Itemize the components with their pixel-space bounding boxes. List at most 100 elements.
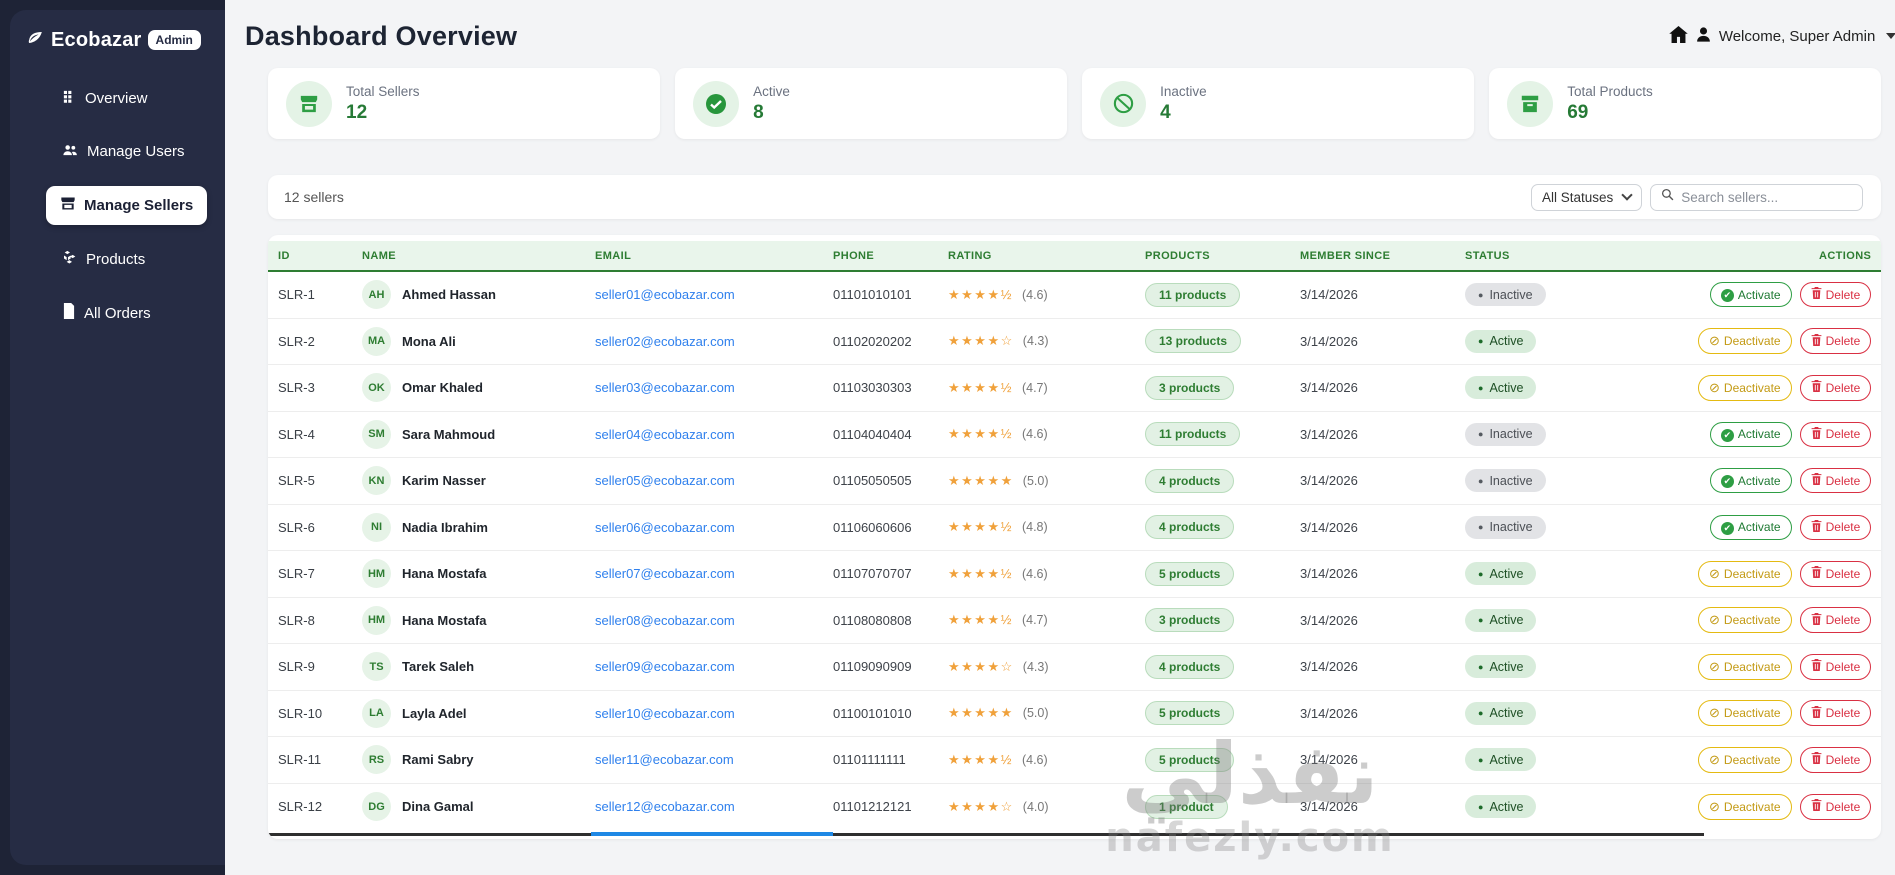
star-rating-icon: ★★★★½: [948, 426, 1013, 442]
delete-button[interactable]: Delete: [1799, 282, 1872, 308]
seller-email-link[interactable]: seller08@ecobazar.com: [595, 613, 735, 628]
seller-id: SLR-9: [278, 659, 315, 675]
sidebar-item-manage-sellers[interactable]: Manage Sellers: [46, 186, 208, 225]
delete-button[interactable]: Delete: [1799, 700, 1872, 727]
row-actions: Deactivate Delete: [1698, 328, 1872, 355]
products-badge: 5 products: [1145, 701, 1235, 726]
status-filter-dropdown[interactable]: All Statuses: [1531, 183, 1643, 211]
seller-name-cell: LA Layla Adel: [362, 698, 595, 728]
toggle-status-icon: [1709, 333, 1720, 349]
search-input[interactable]: [1681, 189, 1853, 205]
seller-status-cell: Active: [1465, 701, 1698, 725]
status-badge: Active: [1465, 329, 1537, 353]
delete-button[interactable]: Delete: [1799, 793, 1872, 820]
toggle-status-button[interactable]: Deactivate: [1698, 653, 1792, 680]
star-rating-icon: ★★★★½: [948, 612, 1013, 628]
delete-label: Delete: [1825, 659, 1861, 674]
delete-label: Delete: [1825, 380, 1861, 395]
seller-email-link[interactable]: seller09@ecobazar.com: [595, 659, 735, 674]
seller-email-link[interactable]: seller12@ecobazar.com: [595, 799, 735, 814]
seller-id: SLR-6: [278, 519, 315, 535]
toggle-status-icon: [1709, 752, 1720, 768]
col-rating: RATING: [948, 249, 992, 262]
col-email: EMAIL: [595, 249, 632, 262]
seller-email-link[interactable]: seller06@ecobazar.com: [595, 520, 735, 535]
toggle-status-button[interactable]: Deactivate: [1698, 607, 1792, 634]
products-badge: 5 products: [1145, 747, 1235, 772]
person-icon[interactable]: [1695, 26, 1712, 47]
delete-button[interactable]: Delete: [1799, 653, 1872, 680]
horizontal-scrollbar[interactable]: [268, 830, 1881, 839]
table-row: SLR-3 OK Omar Khaled seller03@ecobazar.c…: [268, 365, 1882, 412]
delete-button[interactable]: Delete: [1799, 374, 1872, 401]
row-actions: Activate Delete: [1709, 514, 1872, 540]
delete-button[interactable]: Delete: [1799, 328, 1872, 355]
delete-button[interactable]: Delete: [1799, 746, 1872, 773]
seller-email-link[interactable]: seller11@ecobazar.com: [595, 752, 734, 767]
toggle-status-button[interactable]: Deactivate: [1698, 374, 1792, 401]
sidebar-item-manage-users[interactable]: Manage Users: [52, 133, 195, 170]
delete-button[interactable]: Delete: [1799, 421, 1872, 447]
delete-label: Delete: [1825, 287, 1861, 302]
products-badge: 4 products: [1145, 515, 1235, 540]
toggle-status-button[interactable]: Deactivate: [1698, 746, 1792, 773]
seller-email-link[interactable]: seller07@ecobazar.com: [595, 566, 735, 581]
toggle-status-icon: [1709, 705, 1720, 721]
seller-email-link[interactable]: seller04@ecobazar.com: [595, 427, 735, 442]
toggle-status-label: Deactivate: [1723, 334, 1781, 349]
table-row: SLR-7 HM Hana Mostafa seller07@ecobazar.…: [268, 551, 1882, 598]
search-box[interactable]: [1650, 183, 1864, 211]
store-icon: [286, 80, 332, 127]
table-row: SLR-2 MA Mona Ali seller02@ecobazar.com …: [268, 319, 1882, 365]
toggle-status-button[interactable]: Deactivate: [1698, 328, 1792, 355]
page-title: Dashboard Overview: [245, 20, 518, 51]
sidebar-item-overview[interactable]: Overview: [52, 80, 158, 117]
seller-rating: ★★★★½ (4.7): [948, 380, 1145, 396]
seller-products-cell: 4 products: [1145, 515, 1300, 540]
toggle-status-button[interactable]: Deactivate: [1698, 560, 1792, 587]
seller-email-cell: seller07@ecobazar.com: [595, 566, 833, 581]
seller-email-link[interactable]: seller02@ecobazar.com: [595, 334, 735, 349]
seller-email-cell: seller01@ecobazar.com: [595, 287, 833, 302]
user-menu[interactable]: Welcome, Super Admin: [1669, 25, 1895, 47]
toggle-status-button[interactable]: Deactivate: [1698, 793, 1792, 820]
seller-rating: ★★★★★ (5.0): [948, 473, 1145, 489]
delete-button[interactable]: Delete: [1799, 607, 1872, 634]
seller-email-link[interactable]: seller01@ecobazar.com: [595, 287, 735, 302]
file-icon: [62, 303, 76, 323]
status-badge: Active: [1465, 795, 1537, 819]
seller-email-cell: seller08@ecobazar.com: [595, 613, 833, 628]
products-badge: 1 product: [1145, 794, 1228, 819]
delete-label: Delete: [1825, 427, 1861, 442]
status-badge: Active: [1465, 748, 1537, 772]
scrollbar-track[interactable]: [268, 833, 1704, 836]
seller-email-link[interactable]: seller05@ecobazar.com: [595, 473, 735, 488]
delete-button[interactable]: Delete: [1799, 560, 1872, 587]
status-badge: Active: [1465, 701, 1537, 725]
seller-products-cell: 5 products: [1145, 561, 1300, 586]
toggle-status-button[interactable]: Activate: [1709, 468, 1792, 494]
home-icon[interactable]: [1669, 25, 1688, 47]
member-since: 3/14/2026: [1300, 752, 1358, 768]
sidebar-item-products[interactable]: Products: [52, 241, 155, 278]
delete-button[interactable]: Delete: [1799, 514, 1872, 540]
seller-phone: 01101111111: [833, 752, 906, 768]
sidebar-item-all-orders[interactable]: All Orders: [52, 294, 161, 332]
seller-email-link[interactable]: seller10@ecobazar.com: [595, 706, 735, 721]
toggle-status-button[interactable]: Activate: [1709, 421, 1792, 447]
member-since: 3/14/2026: [1300, 799, 1358, 815]
delete-button[interactable]: Delete: [1799, 468, 1872, 494]
seller-name-cell: HM Hana Mostafa: [362, 605, 595, 635]
seller-name: Omar Khaled: [402, 380, 483, 396]
seller-email-link[interactable]: seller03@ecobazar.com: [595, 380, 735, 395]
toggle-status-button[interactable]: Deactivate: [1698, 700, 1792, 727]
scrollbar-thumb[interactable]: [590, 832, 833, 836]
status-badge: Active: [1465, 608, 1537, 632]
toggle-status-label: Deactivate: [1723, 380, 1781, 395]
seller-rating: ★★★★☆ (4.3): [948, 659, 1145, 675]
toggle-status-label: Activate: [1737, 473, 1781, 488]
toggle-status-button[interactable]: Activate: [1709, 514, 1792, 540]
toggle-status-button[interactable]: Activate: [1709, 282, 1792, 308]
star-rating-icon: ★★★★★: [948, 472, 1014, 488]
seller-id: SLR-11: [278, 752, 322, 768]
